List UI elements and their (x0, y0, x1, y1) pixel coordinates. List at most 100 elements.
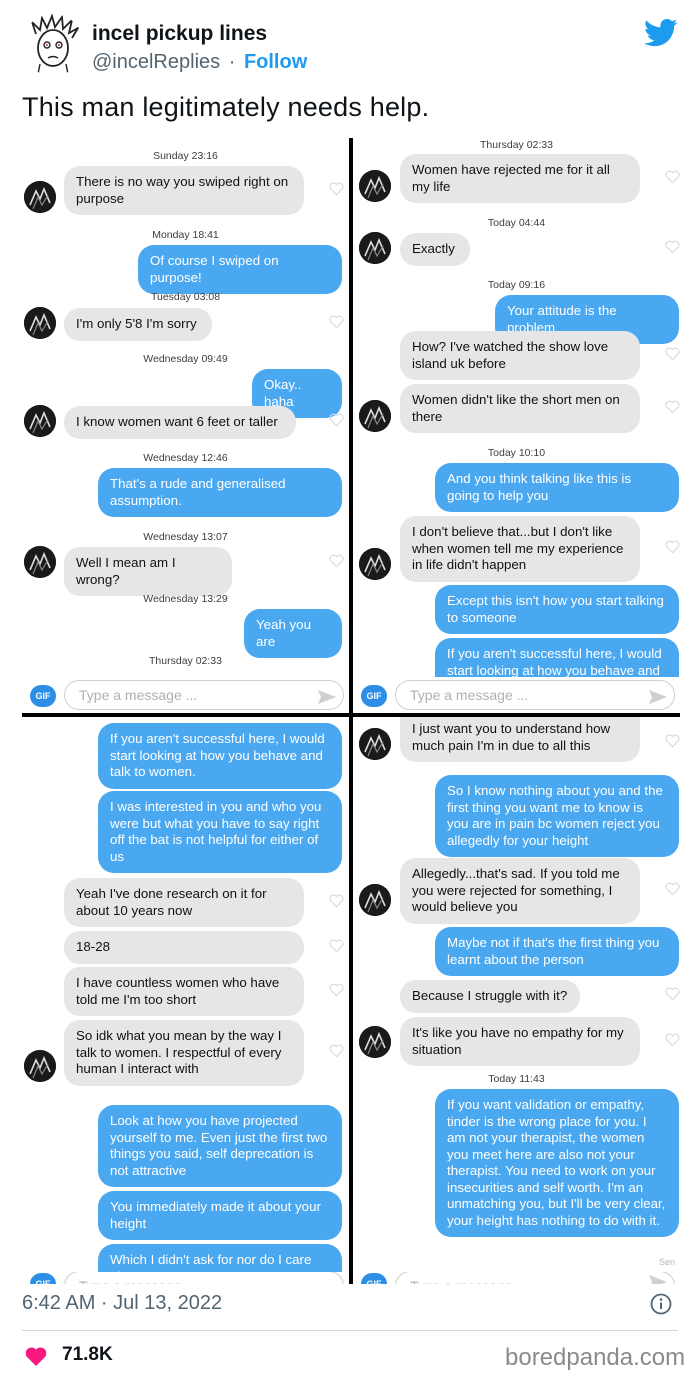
heart-icon[interactable] (665, 400, 680, 414)
match-avatar (359, 728, 391, 760)
heart-icon[interactable] (665, 170, 680, 184)
outgoing-message: I was interested in you and who you were… (98, 791, 342, 873)
outgoing-message: That's a rude and generalised assumption… (98, 468, 342, 517)
timestamp: Wednesday 12:46 (143, 452, 228, 464)
heart-icon[interactable] (665, 1033, 680, 1047)
gif-button[interactable]: GIF (30, 1273, 56, 1284)
author-name[interactable]: incel pickup lines (92, 22, 267, 46)
incoming-message: Because I struggle with it? (400, 980, 580, 1013)
match-avatar (24, 405, 56, 437)
match-avatar (359, 1026, 391, 1058)
incoming-message: It's like you have no empathy for my sit… (400, 1017, 640, 1066)
outgoing-message: You immediately made it about your heigh… (98, 1191, 342, 1240)
timestamp: Thursday 02:33 (480, 139, 553, 151)
timestamp: Today 10:10 (487, 447, 546, 459)
heart-icon[interactable] (329, 939, 344, 953)
heart-icon[interactable] (665, 347, 680, 361)
heart-icon[interactable] (329, 315, 344, 329)
incoming-message: Women have rejected me for it all my lif… (400, 154, 640, 203)
collage-divider-vertical (349, 138, 353, 1284)
outgoing-message: Except this isn't how you start talking … (435, 585, 679, 634)
incoming-message: Yeah I've done research on it for about … (64, 878, 304, 927)
like-count: 71.8K (62, 1344, 113, 1365)
gif-button[interactable]: GIF (361, 1273, 387, 1284)
incoming-message: Well I mean am I wrong? (64, 547, 232, 596)
outgoing-message: If you aren't successful here, I would s… (435, 638, 679, 677)
incoming-message: I have countless women who have told me … (64, 967, 304, 1016)
chat-panel-top-left: Sunday 23:16 There is no way you swiped … (22, 138, 349, 713)
incoming-message: So idk what you mean by the way I talk t… (64, 1020, 304, 1086)
chat-panel-bottom-left: If you aren't successful here, I would s… (22, 717, 349, 1284)
heart-icon[interactable] (665, 540, 680, 554)
footer-divider (22, 1330, 678, 1331)
timestamp: Monday 18:41 (152, 229, 219, 241)
outgoing-message: Of course I swiped on purpose! (138, 245, 342, 294)
outgoing-message: Which I didn't ask for nor do I care abo… (98, 1244, 342, 1272)
info-icon[interactable] (650, 1293, 672, 1315)
outgoing-message: And you think talking like this is going… (435, 463, 679, 512)
tweet-timestamp[interactable]: 6:42 AM · Jul 13, 2022 (22, 1292, 222, 1315)
heart-icon[interactable] (329, 983, 344, 997)
timestamp: Wednesday 13:07 (143, 531, 228, 543)
send-icon[interactable] (648, 1274, 668, 1284)
incoming-message: 18-28 (64, 931, 304, 964)
send-icon[interactable] (648, 689, 668, 705)
incoming-message: I know women want 6 feet or taller (64, 406, 296, 439)
timestamp: Today 04:44 (487, 217, 546, 229)
match-avatar (359, 400, 391, 432)
outgoing-message: Yeah you are (244, 609, 342, 658)
match-avatar (359, 170, 391, 202)
message-input-bar: GIF Type a message ... (22, 677, 349, 713)
chat-panel-top-right: Thursday 02:33 Women have rejected me fo… (353, 138, 680, 713)
outgoing-message: Maybe not if that's the first thing you … (435, 927, 679, 976)
match-avatar (24, 181, 56, 213)
message-input[interactable]: Type a message ... (64, 1272, 344, 1284)
heart-icon[interactable] (329, 182, 344, 196)
gif-button[interactable]: GIF (361, 685, 387, 707)
match-avatar (359, 548, 391, 580)
timestamp: Wednesday 13:29 (143, 593, 228, 605)
timestamp: Today 11:43 (488, 1073, 545, 1085)
incoming-message: There is no way you swiped right on purp… (64, 166, 304, 215)
incoming-message: I just want you to understand how much p… (400, 717, 640, 762)
heart-icon[interactable] (24, 1345, 48, 1367)
message-input[interactable]: Type a message ... (395, 680, 675, 710)
watermark: boredpanda.com (505, 1344, 686, 1371)
gif-button[interactable]: GIF (30, 685, 56, 707)
timestamp: Today 09:16 (487, 279, 546, 291)
incoming-message: I don't believe that...but I don't like … (400, 516, 640, 582)
heart-icon[interactable] (665, 882, 680, 896)
collage-divider-horizontal (22, 713, 680, 717)
outgoing-message: So I know nothing about you and the firs… (435, 775, 679, 857)
author-handle[interactable]: @incelReplies (92, 51, 220, 73)
timestamp: Thursday 02:33 (149, 655, 222, 667)
timestamp: Tuesday 03:08 (150, 291, 221, 303)
outgoing-message: Look at how you have projected yourself … (98, 1105, 342, 1187)
message-input-bar: GIF Type a message ... (353, 1272, 680, 1284)
heart-icon[interactable] (329, 894, 344, 908)
heart-icon[interactable] (329, 413, 344, 427)
message-input[interactable]: Type a message ... (395, 1272, 675, 1284)
author-avatar[interactable] (22, 14, 84, 76)
match-avatar (359, 232, 391, 264)
follow-button[interactable]: Follow (244, 51, 307, 73)
timestamp: Sunday 23:16 (153, 150, 218, 162)
message-input[interactable]: Type a message ... (64, 680, 344, 710)
match-avatar (24, 307, 56, 339)
message-input-bar: GIF Type a message ... (353, 677, 680, 713)
heart-icon[interactable] (665, 987, 680, 1001)
send-icon[interactable] (317, 689, 337, 705)
match-avatar (359, 884, 391, 916)
heart-icon[interactable] (665, 240, 680, 254)
heart-icon[interactable] (665, 734, 680, 748)
incoming-message: I'm only 5'8 I'm sorry (64, 308, 212, 341)
incoming-message: How? I've watched the show love island u… (400, 331, 640, 380)
chat-screenshot-collage[interactable]: Sunday 23:16 There is no way you swiped … (22, 138, 680, 1284)
outgoing-message: If you want validation or empathy, tinde… (435, 1089, 679, 1237)
match-avatar (24, 546, 56, 578)
heart-icon[interactable] (329, 554, 344, 568)
heart-icon[interactable] (329, 1044, 344, 1058)
twitter-bird-icon[interactable] (644, 18, 678, 48)
tweet-text: This man legitimately needs help. (22, 92, 430, 122)
match-avatar (24, 1050, 56, 1082)
